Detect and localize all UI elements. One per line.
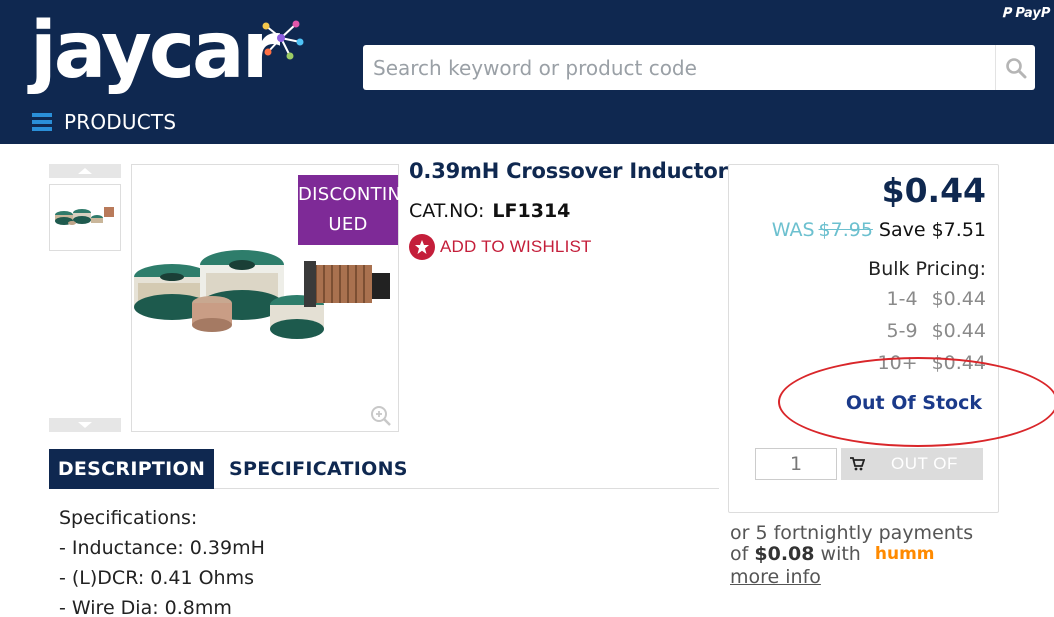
humm-logo: humm [875, 544, 935, 565]
search-bar [363, 45, 1035, 90]
humm-payment-info: or 5 fortnightly payments of $0.08 with … [730, 523, 1030, 565]
bulk-price: $0.44 [931, 352, 986, 374]
description-line: - (L)DCR: 0.41 Ohms [59, 567, 255, 589]
products-menu-label: PRODUCTS [64, 110, 177, 134]
product-thumbnail[interactable] [49, 184, 121, 251]
bulk-row: 10+ $0.44 [868, 352, 986, 374]
search-icon [1005, 57, 1026, 78]
logo-text: jaycar [30, 6, 280, 96]
bulk-row: 5-9 $0.44 [868, 320, 986, 342]
catalog-number: CAT.NO: LF1314 [409, 200, 570, 222]
description-line: - Wire Dia: 0.8mm [59, 597, 232, 617]
description-line: Specifications: [59, 507, 198, 529]
paypal-label: PayP [1015, 6, 1051, 21]
wishlist-label: ADD TO WISHLIST [440, 237, 592, 256]
tab-description[interactable]: DESCRIPTION [49, 449, 214, 489]
star-icon [409, 234, 435, 260]
search-button[interactable] [995, 45, 1035, 90]
network-icon [262, 20, 304, 60]
site-header: jaycar 𝐏 PayP PRODUCTS [0, 0, 1054, 144]
hamburger-icon [32, 113, 52, 131]
bulk-qty: 10+ [877, 352, 918, 374]
description-content: Specifications: - Inductance: 0.39mH - (… [59, 503, 265, 617]
thumbnail-scroll-down[interactable] [49, 418, 121, 432]
humm-line-2-prefix: of [730, 543, 749, 565]
description-line: - Inductance: 0.39mH [59, 537, 265, 559]
badge-line-2: UED [328, 214, 368, 235]
bulk-row: 1-4 $0.44 [868, 288, 986, 310]
products-menu[interactable]: PRODUCTS [32, 108, 176, 136]
add-to-wishlist-button[interactable]: ADD TO WISHLIST [409, 234, 592, 260]
catno-label: CAT.NO: [409, 200, 485, 222]
humm-logo-text: humm [874, 544, 935, 564]
paypal-logo: 𝐏 PayP [1002, 6, 1050, 21]
jaycar-logo[interactable]: jaycar [30, 6, 305, 102]
bulk-pricing-title: Bulk Pricing: [868, 258, 986, 280]
badge-line-1: DISCONTIN [298, 184, 402, 205]
product-tabs: DESCRIPTION SPECIFICATIONS [49, 449, 719, 489]
save-amount: Save $7.51 [878, 219, 986, 241]
inductor-thumbnail-image [55, 207, 114, 225]
humm-line-1: or 5 fortnightly payments [730, 522, 974, 544]
was-label: WAS [771, 219, 815, 241]
cart-icon [850, 457, 865, 471]
humm-amount: $0.08 [754, 543, 815, 565]
search-input[interactable] [363, 45, 991, 90]
quantity-input[interactable] [755, 448, 837, 480]
paypal-icon: 𝐏 [1002, 6, 1011, 21]
discontinued-badge: DISCONTIN UED [298, 175, 402, 245]
zoom-in-icon[interactable] [369, 404, 393, 428]
was-price: $7.95 [818, 219, 873, 241]
arrow-down-icon [78, 422, 92, 428]
stock-status: Out Of Stock [845, 392, 982, 414]
bulk-price: $0.44 [931, 320, 986, 342]
current-price: $0.44 [881, 171, 986, 210]
out-of-stock-button[interactable]: OUT OF [841, 448, 983, 480]
bulk-qty: 1-4 [886, 288, 918, 310]
tab-specifications[interactable]: SPECIFICATIONS [217, 449, 420, 489]
humm-line-2-suffix: with [820, 543, 861, 565]
more-info-link[interactable]: more info [730, 566, 821, 588]
bulk-qty: 5-9 [886, 320, 918, 342]
catno-value: LF1314 [492, 200, 571, 222]
bulk-price: $0.44 [931, 288, 986, 310]
was-price-line: WAS $7.95 Save $7.51 [772, 219, 986, 241]
out-of-stock-label: OUT OF [891, 454, 958, 473]
thumbnail-scroll-up[interactable] [49, 164, 121, 178]
product-title: 0.39mH Crossover Inductor [409, 159, 728, 183]
arrow-up-icon [78, 168, 92, 174]
price-panel: $0.44 WAS $7.95 Save $7.51 Bulk Pricing: 1… [728, 164, 999, 513]
